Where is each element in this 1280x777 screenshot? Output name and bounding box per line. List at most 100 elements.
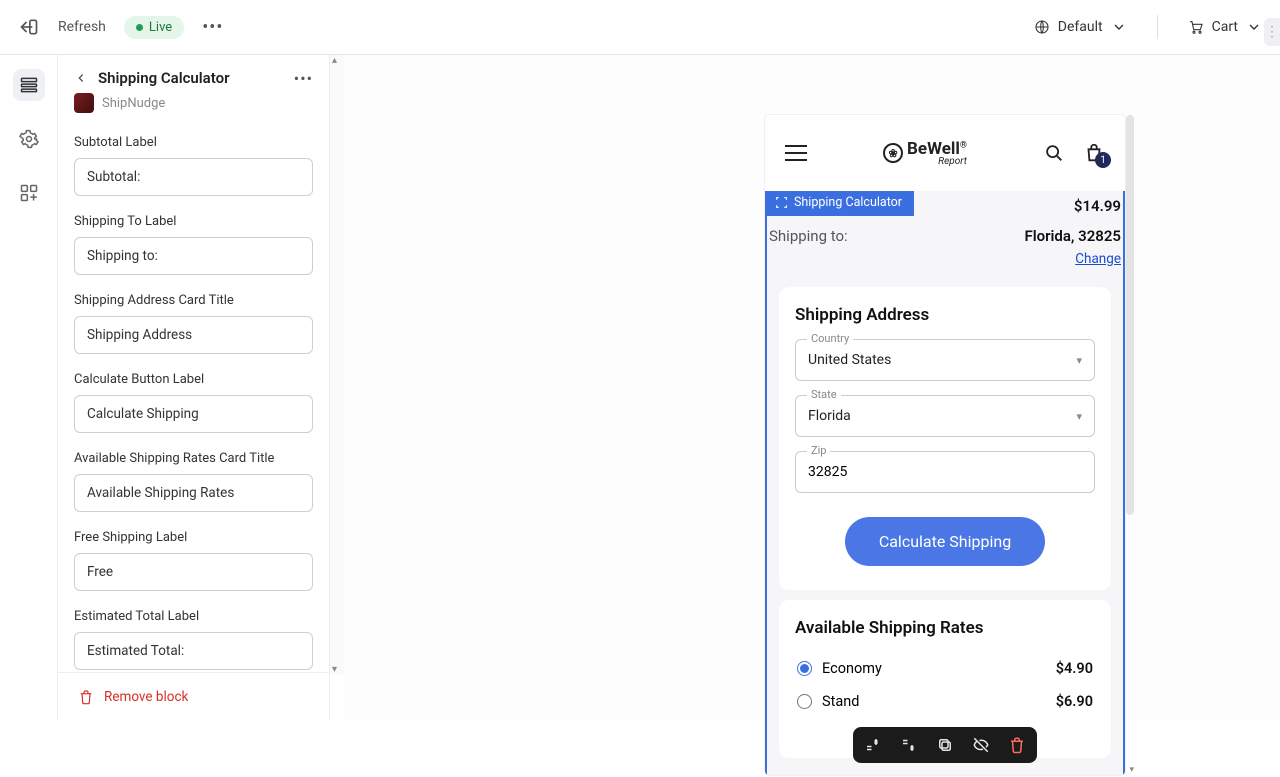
shipping-address-card: Shipping Address Country United States▾ … [779, 287, 1111, 590]
move-up-icon[interactable] [863, 735, 883, 755]
menu-icon[interactable] [785, 145, 807, 161]
topbar-right: Default Cart [1034, 15, 1262, 39]
rail-settings-icon[interactable] [13, 123, 45, 155]
calculate-shipping-button[interactable]: Calculate Shipping [845, 517, 1045, 566]
chevron-down-icon: ▾ [1076, 354, 1082, 367]
remove-block-button[interactable]: Remove block [58, 672, 329, 720]
zip-field[interactable]: Zip [795, 451, 1095, 493]
estimated-total-label-input[interactable] [74, 632, 313, 670]
panel-app-row: ShipNudge [74, 93, 313, 113]
field-label: Free Shipping Label [74, 530, 313, 545]
hide-icon[interactable] [971, 735, 991, 755]
rail-sections-icon[interactable] [13, 69, 45, 101]
rail-apps-icon[interactable] [13, 177, 45, 209]
rate-row[interactable]: Stand $6.90 [795, 685, 1095, 718]
cart-label: Cart [1212, 19, 1238, 35]
live-badge: Live [124, 16, 184, 39]
chevron-left-icon [74, 71, 88, 85]
block-toolbar [853, 727, 1037, 763]
move-down-icon[interactable] [899, 735, 919, 755]
block-tag-icon [775, 196, 788, 209]
live-badge-text: Live [149, 20, 172, 35]
block-tag: Shipping Calculator [765, 191, 914, 216]
field-shipping-to-label: Shipping To Label [74, 214, 313, 275]
address-card-title: Shipping Address [795, 305, 1095, 325]
right-drag-handle[interactable]: ⋮ [1264, 18, 1280, 46]
country-field[interactable]: Country United States▾ [795, 339, 1095, 381]
panel-scrollbar[interactable]: ▴ ▾ [330, 55, 344, 675]
address-card-title-input[interactable] [74, 316, 313, 354]
bag-icon[interactable]: 1 [1083, 142, 1105, 164]
shipping-calculator-block[interactable]: Shipping Calculator Subtotal: $14.99 Shi… [765, 191, 1125, 775]
field-label: Calculate Button Label [74, 372, 313, 387]
panel-more-menu[interactable]: ••• [294, 69, 313, 88]
block-tag-label: Shipping Calculator [794, 195, 902, 210]
field-label: Shipping Address Card Title [74, 293, 313, 308]
logo-mark-icon: ❀ [883, 143, 903, 163]
rate-price: $6.90 [1056, 693, 1093, 710]
globe-icon [1034, 19, 1050, 35]
shipping-to-row: Shipping to: Florida, 32825 [767, 221, 1123, 251]
chevron-down-icon: ▾ [1076, 410, 1082, 423]
subtotal-value: $14.99 [1074, 197, 1121, 215]
back-button[interactable] [74, 71, 88, 85]
remove-block-label: Remove block [104, 689, 188, 705]
zip-input[interactable] [808, 464, 1082, 480]
cart-selector[interactable]: Cart [1188, 19, 1262, 35]
store-logo: ❀ BeWell® Report [883, 139, 967, 167]
field-free-shipping-label: Free Shipping Label [74, 530, 313, 591]
locale-selector[interactable]: Default [1034, 19, 1127, 35]
shipping-to-label-input[interactable] [74, 237, 313, 275]
calc-button-label-input[interactable] [74, 395, 313, 433]
store-actions: 1 [1043, 142, 1105, 164]
delete-icon[interactable] [1007, 735, 1027, 755]
preview-device: ❀ BeWell® Report 1 Shipping Calculator [765, 115, 1125, 775]
top-bar: Refresh Live ••• Default Cart [0, 0, 1280, 55]
chevron-down-icon [1111, 19, 1127, 35]
store-header: ❀ BeWell® Report 1 [765, 115, 1125, 191]
rate-price: $4.90 [1056, 660, 1093, 677]
locale-label: Default [1058, 19, 1103, 35]
refresh-button[interactable]: Refresh [58, 19, 106, 35]
left-rail [0, 55, 58, 720]
rate-name: Stand [822, 693, 859, 710]
rates-card-title: Available Shipping Rates [795, 618, 1095, 638]
panel-scroll[interactable]: Shipping Calculator ••• ShipNudge Subtot… [58, 55, 329, 672]
shipping-to-value: Florida, 32825 [1024, 227, 1121, 245]
scrollbar-thumb[interactable] [1126, 115, 1134, 515]
shipping-to-label: Shipping to: [769, 227, 848, 245]
scroll-up-icon: ▴ [332, 55, 337, 66]
field-calc-button-label: Calculate Button Label [74, 372, 313, 433]
country-floating-label: Country [807, 332, 853, 345]
state-floating-label: State [807, 388, 841, 401]
country-value: United States [808, 352, 891, 368]
rate-radio[interactable] [797, 694, 812, 709]
rates-card-title-input[interactable] [74, 474, 313, 512]
state-field[interactable]: State Florida▾ [795, 395, 1095, 437]
divider [1157, 15, 1158, 39]
chevron-down-icon [1246, 19, 1262, 35]
field-address-card-title: Shipping Address Card Title [74, 293, 313, 354]
field-label: Available Shipping Rates Card Title [74, 451, 313, 466]
topbar-left: Refresh Live ••• [18, 16, 223, 39]
exit-icon[interactable] [18, 16, 40, 38]
app-name: ShipNudge [102, 96, 165, 111]
field-estimated-total-label: Estimated Total Label [74, 609, 313, 670]
preview-scrollbar[interactable]: ▴ ▾ [1124, 115, 1134, 775]
more-menu[interactable]: ••• [202, 17, 223, 38]
trash-icon [78, 689, 94, 705]
subtotal-label-input[interactable] [74, 158, 313, 196]
rate-row[interactable]: Economy $4.90 [795, 652, 1095, 685]
free-shipping-label-input[interactable] [74, 553, 313, 591]
scroll-down-icon: ▾ [1129, 765, 1134, 777]
panel-header: Shipping Calculator ••• [74, 69, 313, 87]
search-icon[interactable] [1043, 142, 1065, 164]
change-address-link[interactable]: Change [767, 251, 1123, 277]
rate-name: Economy [822, 660, 882, 677]
app-icon [74, 93, 94, 113]
duplicate-icon[interactable] [935, 735, 955, 755]
panel-title: Shipping Calculator [98, 69, 229, 87]
rate-radio[interactable] [797, 661, 812, 676]
field-label: Estimated Total Label [74, 609, 313, 624]
settings-panel: Shipping Calculator ••• ShipNudge Subtot… [58, 55, 330, 720]
